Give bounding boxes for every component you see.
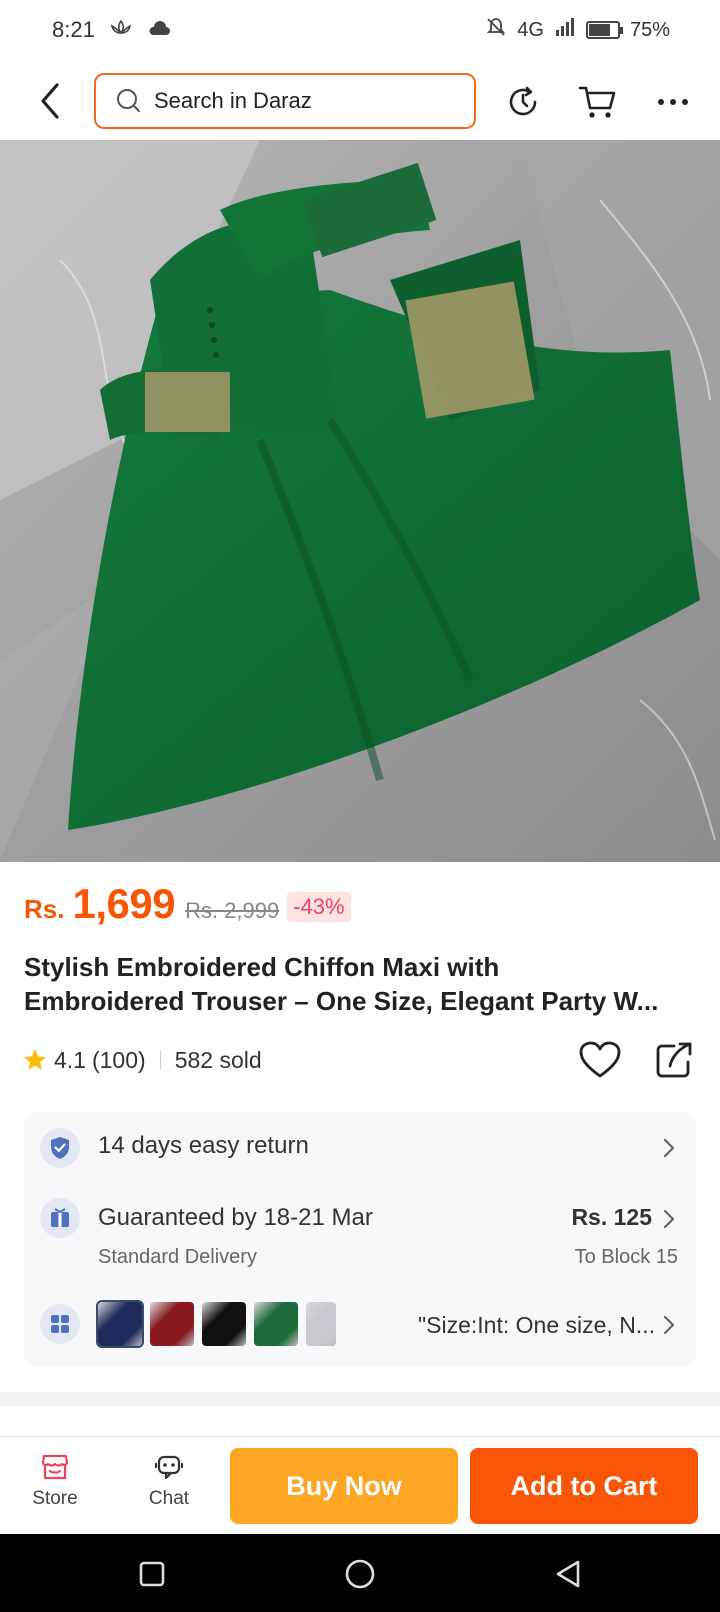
- back-button[interactable]: [30, 78, 70, 124]
- variant-row[interactable]: "Size:Int: One size, N...: [24, 1288, 696, 1366]
- service-info-card: 14 days easy return Guaranteed by 18-21 …: [24, 1112, 696, 1366]
- search-bar[interactable]: [94, 73, 476, 129]
- network-type: 4G: [517, 18, 544, 41]
- signal-icon: [554, 17, 576, 43]
- back-nav-button[interactable]: [548, 1554, 588, 1594]
- top-header: [0, 62, 720, 140]
- bottom-bar-border: [0, 1436, 720, 1437]
- product-image[interactable]: [0, 140, 720, 862]
- status-bar: 8:21 4G 75%: [0, 0, 720, 60]
- review-count[interactable]: (100): [92, 1047, 146, 1074]
- chevron-right-icon: [663, 1138, 675, 1158]
- home-button[interactable]: [340, 1554, 380, 1594]
- chevron-right-icon: [663, 1209, 675, 1229]
- variant-swatch[interactable]: [254, 1302, 298, 1346]
- price-currency: Rs.: [24, 894, 65, 924]
- delivery-box-icon: [40, 1198, 80, 1238]
- store-label: Store: [32, 1488, 78, 1509]
- sold-count: 582 sold: [174, 1046, 262, 1073]
- product-title: Stylish Embroidered Chiffon Maxi with Em…: [24, 950, 700, 1018]
- cloud-icon: [147, 17, 171, 43]
- return-policy-row[interactable]: 14 days easy return: [24, 1112, 696, 1182]
- section-divider: [0, 1392, 720, 1406]
- return-policy-text: 14 days easy return: [98, 1132, 309, 1159]
- cart-button[interactable]: [575, 79, 621, 125]
- delivery-row[interactable]: Guaranteed by 18-21 Mar Standard Deliver…: [24, 1182, 696, 1288]
- buy-now-button[interactable]: Buy Now: [230, 1448, 458, 1524]
- rating-row: 4.1 (100) 582 sold: [22, 1040, 698, 1080]
- search-input[interactable]: [154, 88, 454, 114]
- chat-bot-icon: [154, 1455, 184, 1480]
- discount-badge: -43%: [287, 892, 351, 922]
- lotus-icon: [109, 17, 133, 43]
- rating-value[interactable]: 4.1: [54, 1047, 86, 1074]
- store-icon: [41, 1454, 69, 1480]
- more-options-button[interactable]: [650, 79, 696, 125]
- mute-notification-icon: [485, 16, 507, 44]
- grid-icon: [40, 1304, 80, 1344]
- variant-swatch[interactable]: [202, 1302, 246, 1346]
- bottom-action-bar: Store Chat Buy Now Add to Cart: [0, 1438, 720, 1534]
- shield-check-icon: [40, 1128, 80, 1168]
- variant-swatch[interactable]: [96, 1300, 144, 1348]
- more-icon: [658, 99, 688, 105]
- delivery-location: To Block 15: [574, 1246, 678, 1268]
- chat-button[interactable]: Chat: [134, 1448, 204, 1524]
- back-icon: [41, 83, 59, 119]
- variant-selection-text: "Size:Int: One size, N...: [418, 1312, 655, 1338]
- product-title-line-1: Stylish Embroidered Chiffon Maxi with: [24, 952, 500, 982]
- battery-icon: [585, 21, 623, 39]
- price-value: 1,699: [72, 880, 176, 927]
- triangle-back-icon: [556, 1560, 580, 1588]
- history-icon: [509, 86, 537, 116]
- add-to-cart-button[interactable]: Add to Cart: [470, 1448, 698, 1524]
- square-icon: [139, 1561, 165, 1587]
- variant-swatches: [96, 1300, 336, 1348]
- status-time: 8:21: [52, 17, 95, 42]
- delivery-guarantee-text: Guaranteed by 18-21 Mar: [98, 1204, 373, 1231]
- delivery-fee: Rs. 125: [571, 1204, 652, 1230]
- chat-label: Chat: [148, 1488, 190, 1509]
- battery-percent: 75%: [629, 18, 670, 41]
- cart-icon: [578, 86, 616, 118]
- chevron-right-icon: [663, 1315, 675, 1335]
- variant-swatch[interactable]: [150, 1302, 194, 1346]
- delivery-type: Standard Delivery: [98, 1246, 257, 1268]
- variant-swatch[interactable]: [306, 1302, 336, 1346]
- store-button[interactable]: Store: [20, 1448, 90, 1524]
- share-icon[interactable]: [654, 1040, 694, 1080]
- search-icon: [117, 89, 140, 112]
- price-row: Rs. 1,699 Rs. 2,999 -43%: [24, 880, 351, 928]
- original-price: Rs. 2,999: [185, 898, 280, 923]
- product-title-line-2: Embroidered Trouser – One Size, Elegant …: [24, 986, 659, 1016]
- system-navigation-bar: [0, 1534, 720, 1612]
- divider: [159, 1050, 161, 1070]
- history-button[interactable]: [500, 79, 546, 125]
- star-icon: [24, 1049, 46, 1070]
- heart-icon[interactable]: [578, 1040, 622, 1080]
- circle-icon: [345, 1559, 375, 1589]
- recent-apps-button[interactable]: [132, 1554, 172, 1594]
